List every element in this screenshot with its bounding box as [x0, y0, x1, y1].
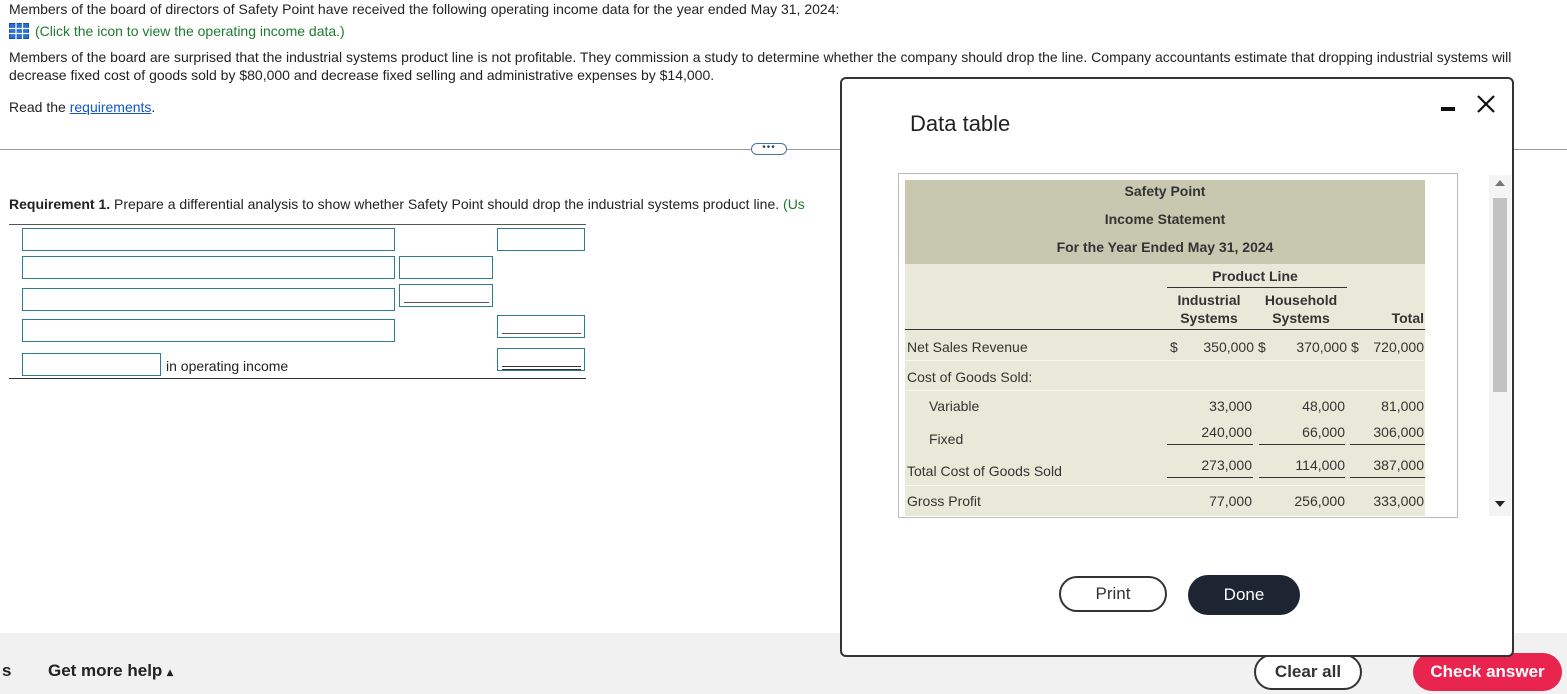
row-sign: $	[1258, 339, 1266, 355]
print-button[interactable]: Print	[1059, 576, 1167, 612]
row-separator	[905, 485, 1425, 486]
subtotal-rule-c2	[1259, 444, 1345, 445]
scroll-up-icon[interactable]	[1495, 180, 1505, 186]
table-grid-icon[interactable]	[9, 23, 29, 39]
row-value: 370,000	[1296, 339, 1347, 355]
table-company: Safety Point	[1124, 183, 1206, 199]
income-statement-table: Safety Point Income Statement For the Ye…	[898, 173, 1511, 518]
row-value: 350,000	[1203, 339, 1254, 355]
row-value: 306,000	[1373, 424, 1424, 440]
close-icon[interactable]	[1473, 91, 1499, 117]
row-label: Cost of Goods Sold:	[907, 369, 1033, 385]
answer-input-r2-label[interactable]	[22, 256, 395, 279]
row-value: 256,000	[1294, 493, 1345, 509]
intro-text: Members of the board of directors of Saf…	[9, 1, 840, 17]
answer-input-r3-amount[interactable]	[399, 284, 493, 307]
check-answer-button[interactable]: Check answer	[1413, 653, 1562, 691]
read-requirements: Read the requirements.	[9, 99, 155, 115]
clear-all-button[interactable]: Clear all	[1254, 654, 1362, 690]
done-button[interactable]: Done	[1188, 575, 1300, 615]
answer-r5-double-underline	[502, 366, 581, 370]
answer-bottom-rule	[9, 378, 586, 379]
table-statement: Income Statement	[1104, 211, 1226, 227]
caret-up-icon: ▴	[167, 665, 174, 679]
row-value: 81,000	[1381, 398, 1424, 414]
row-label: Total Cost of Goods Sold	[907, 463, 1062, 479]
row-separator	[905, 360, 1425, 361]
scroll-down-icon[interactable]	[1495, 501, 1505, 507]
answer-input-r3-label[interactable]	[22, 288, 395, 311]
answer-input-r4-label[interactable]	[22, 319, 395, 342]
scrollbar-thumb[interactable]	[1493, 198, 1507, 392]
answer-r4-underline	[502, 333, 581, 334]
row-value: 33,000	[1209, 398, 1252, 414]
row-label: Variable	[929, 398, 980, 414]
data-table-link[interactable]: (Click the icon to view the operating in…	[9, 23, 345, 39]
modal-title: Data table	[910, 111, 1011, 136]
read-suffix: .	[151, 99, 156, 115]
col3-header: Total	[1391, 310, 1424, 326]
answer-input-r5-label[interactable]	[22, 353, 161, 376]
row-separator	[905, 390, 1425, 391]
row-value: 387,000	[1373, 457, 1424, 473]
total-rule-c1	[1167, 477, 1253, 478]
product-line-rule	[1167, 287, 1347, 288]
requirement-text: Prepare a differential analysis to show …	[110, 196, 780, 212]
row-label: Net Sales Revenue	[907, 339, 1028, 355]
answer-input-r1-amount[interactable]	[497, 228, 585, 251]
subtotal-rule-c3	[1350, 444, 1425, 445]
minimize-icon[interactable]	[1439, 99, 1459, 113]
row-value: 114,000	[1295, 457, 1345, 473]
in-operating-income-label: in operating income	[166, 358, 289, 374]
answer-input-r4-amount[interactable]	[497, 315, 585, 338]
get-more-help-label[interactable]: Get more help	[48, 661, 162, 680]
read-prefix: Read the	[9, 99, 70, 115]
row-value: 48,000	[1302, 398, 1345, 414]
row-label: Fixed	[929, 431, 964, 447]
data-table-modal: Data table Safety Point Income Statement…	[840, 77, 1514, 657]
row-value: 333,000	[1373, 493, 1424, 509]
row-value: 77,000	[1209, 493, 1252, 509]
row-value: 66,000	[1302, 424, 1345, 440]
col2-header-line1: Household	[1264, 292, 1338, 308]
col1-header-line2: Systems	[1180, 310, 1238, 326]
requirement-label: Requirement 1.	[9, 196, 111, 212]
answer-r3-underline	[404, 302, 489, 303]
answer-input-r2-amount[interactable]	[399, 256, 493, 279]
table-period: For the Year Ended May 31, 2024	[1056, 239, 1274, 255]
col2-header-line2: Systems	[1272, 310, 1330, 326]
row-sign: $	[1351, 339, 1359, 355]
col1-header-line1: Industrial	[1177, 292, 1241, 308]
answer-input-r1-label[interactable]	[22, 228, 395, 251]
requirement-1: Requirement 1. Prepare a differential an…	[9, 196, 805, 212]
get-more-help-button[interactable]: Get more help ▴	[48, 661, 173, 681]
row-value: 240,000	[1201, 424, 1252, 440]
header-bottom-rule	[905, 329, 1425, 330]
footer-left-letter: s	[2, 661, 12, 680]
product-line-header: Product Line	[1212, 268, 1298, 284]
requirement-hint: (Us	[779, 196, 805, 212]
row-label: Gross Profit	[907, 493, 981, 509]
click-link-text[interactable]: (Click the icon to view the operating in…	[35, 23, 345, 39]
answer-top-rule	[9, 224, 586, 225]
row-value: 273,000	[1201, 457, 1252, 473]
row-sign: $	[1170, 339, 1178, 355]
subtotal-rule-c1	[1167, 444, 1253, 445]
total-rule-c3	[1350, 477, 1425, 478]
row-value: 720,000	[1373, 339, 1424, 355]
expand-ellipsis-button[interactable]: •••	[751, 143, 787, 155]
total-rule-c2	[1259, 477, 1345, 478]
requirements-link[interactable]: requirements	[70, 99, 152, 115]
